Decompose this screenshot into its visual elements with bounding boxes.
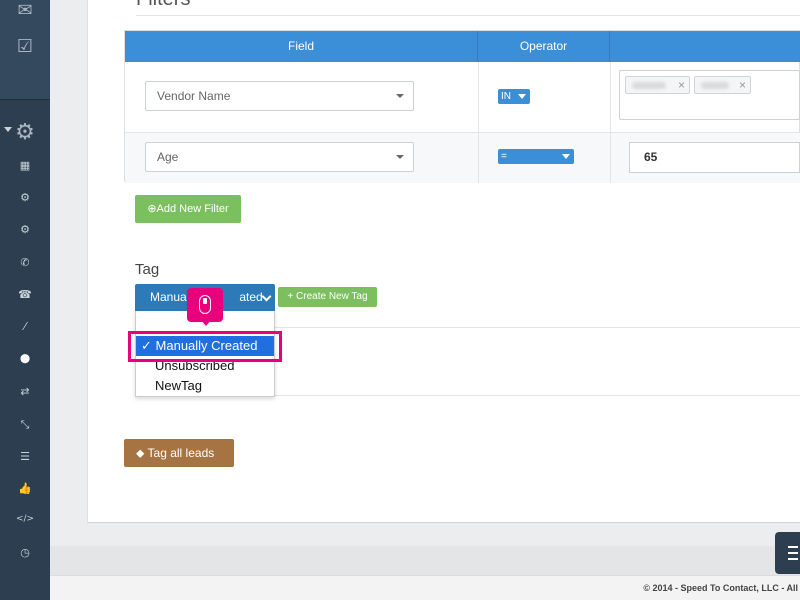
caret-down-icon — [396, 94, 404, 98]
tag-icon[interactable]: ⬤ — [0, 354, 50, 364]
compress-icon[interactable]: ⤡ — [0, 418, 50, 432]
column-header-value — [610, 31, 800, 62]
tags-icon: ⬥ — [136, 446, 145, 460]
column-header-operator: Operator — [478, 31, 610, 62]
operator-value: IN — [501, 91, 511, 102]
section-title: Filters — [136, 0, 190, 11]
divider — [136, 15, 800, 16]
caret-down-icon — [562, 154, 570, 159]
gear-icon[interactable]: ⚙ — [0, 120, 50, 145]
chevron-down-icon — [261, 291, 272, 302]
field-select-age[interactable]: Age — [145, 142, 414, 172]
building-icon[interactable]: ▦ — [0, 159, 50, 172]
tag-select-value-tail: ated — [239, 290, 263, 304]
redacted-text — [632, 81, 666, 89]
footer: © 2014 - Speed To Contact, LLC - All — [50, 575, 800, 600]
clock-icon[interactable]: ◷ — [0, 546, 50, 559]
exchange-icon[interactable]: ⇄ — [0, 385, 50, 398]
remove-icon[interactable]: × — [739, 77, 746, 93]
caret-down-icon — [518, 94, 526, 99]
value-tags-input[interactable]: × × — [619, 70, 800, 120]
phone-icon[interactable]: ✆ — [0, 256, 50, 269]
add-filter-label: Add New Filter — [156, 203, 229, 215]
value-chip: × — [694, 76, 751, 94]
phone-square-icon[interactable]: ☎ — [0, 288, 50, 301]
cogs-icon[interactable]: ⚙ — [0, 223, 50, 236]
tag-all-label: Tag all leads — [147, 446, 215, 460]
sliders-icon[interactable]: ☰ — [0, 450, 50, 463]
value-input-age[interactable]: 65 — [629, 142, 800, 173]
column-divider — [478, 62, 479, 183]
redacted-text — [701, 81, 729, 89]
plus-circle-icon: ⊕ — [147, 202, 157, 215]
tag-all-leads-button[interactable]: ⬥ Tag all leads — [124, 439, 234, 467]
field-select-value: Vendor Name — [157, 89, 231, 103]
operator-select-equals[interactable]: = — [498, 149, 574, 164]
tag-option-newtag[interactable]: NewTag — [136, 376, 274, 396]
thumbs-up-icon[interactable]: 👍 — [0, 482, 50, 495]
sidebar: ✉ ☑ ⚙ ▦ ⚙ ⚙ ✆ ☎ ⁄ ⬤ ⇄ ⤡ ☰ 👍 </> ◷ — [0, 0, 50, 600]
create-tag-button[interactable]: + Create New Tag — [278, 287, 377, 307]
tag-label: Tag — [135, 261, 160, 278]
footer-spacer — [50, 546, 800, 575]
operator-value: = — [501, 151, 507, 162]
check-square-icon[interactable]: ☑ — [0, 36, 50, 57]
envelope-icon[interactable]: ✉ — [0, 0, 50, 21]
column-divider — [610, 62, 611, 183]
field-select-vendor[interactable]: Vendor Name — [145, 81, 414, 111]
field-select-value: Age — [157, 150, 179, 164]
code-icon[interactable]: </> — [0, 514, 50, 524]
row-divider — [125, 132, 800, 133]
tag-select-value: Manual — [150, 290, 190, 304]
cursor-indicator — [187, 288, 223, 326]
divider — [275, 327, 800, 328]
menu-float-button[interactable] — [775, 532, 800, 574]
cog-icon[interactable]: ⚙ — [0, 191, 50, 204]
add-filter-button[interactable]: ⊕Add New Filter — [135, 195, 241, 223]
mouse-icon — [199, 295, 211, 314]
column-header-field: Field — [125, 31, 478, 62]
magic-wand-icon[interactable]: ⁄ — [0, 320, 50, 333]
operator-select-in[interactable]: IN — [498, 89, 530, 104]
remove-icon[interactable]: × — [678, 77, 685, 93]
click-highlight — [128, 331, 282, 362]
value-chip: × — [625, 76, 690, 94]
caret-down-icon — [396, 155, 404, 159]
